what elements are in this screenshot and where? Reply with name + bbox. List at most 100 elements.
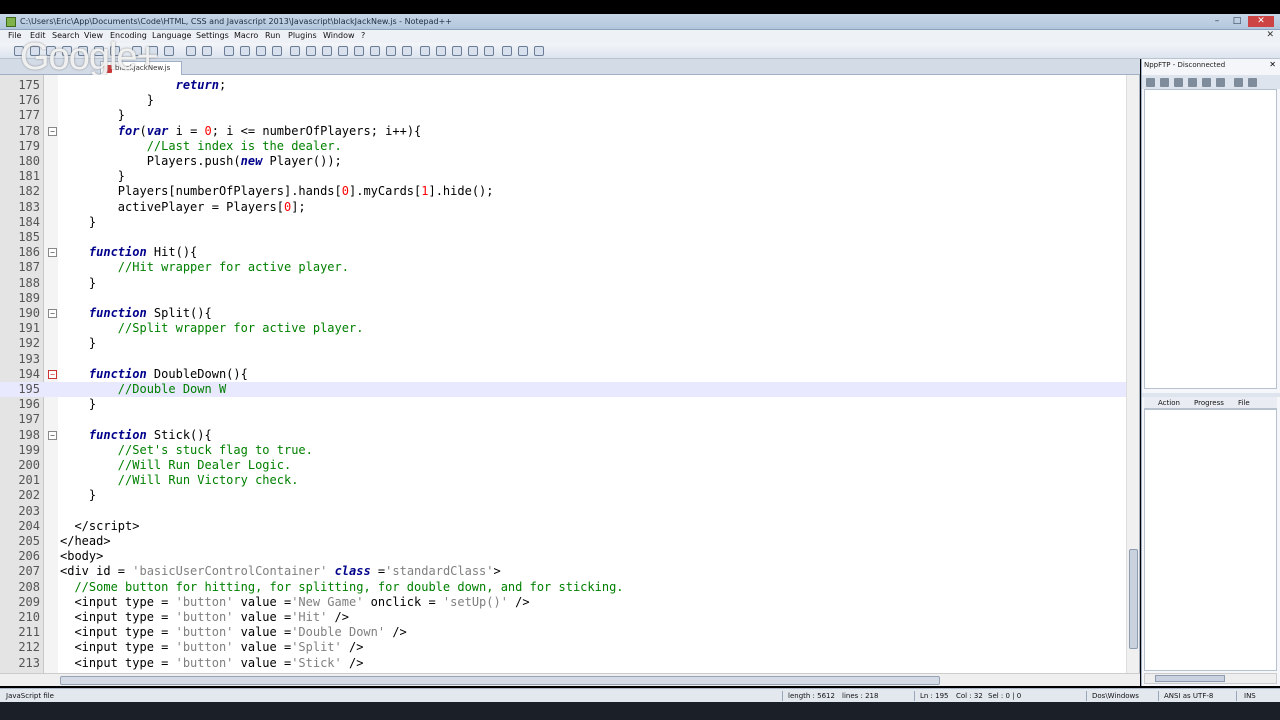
code-line[interactable]: 202 } [0, 488, 1126, 503]
close-icon[interactable]: ✕ [1248, 16, 1274, 27]
sync-h-icon[interactable] [306, 46, 316, 56]
panel-close-icon[interactable]: ✕ [1269, 60, 1276, 69]
menu-window[interactable]: Window [323, 31, 355, 40]
fold-toggle-icon[interactable]: − [48, 309, 57, 318]
menu-settings[interactable]: Settings [196, 31, 229, 40]
udl-icon[interactable] [370, 46, 380, 56]
code-text: Players[numberOfPlayers].hands[0].myCard… [60, 184, 494, 199]
indent-guide-icon[interactable] [354, 46, 364, 56]
queue-col-file[interactable]: File [1238, 399, 1250, 407]
code-line[interactable]: 199 //Set's stuck flag to true. [0, 443, 1126, 458]
record-macro-icon[interactable] [420, 46, 430, 56]
code-line[interactable]: 212 <input type = 'button' value ='Split… [0, 640, 1126, 655]
code-line[interactable]: 183 activePlayer = Players[0]; [0, 200, 1126, 215]
code-line[interactable]: 187 //Hit wrapper for active player. [0, 260, 1126, 275]
paste-icon[interactable] [164, 46, 174, 56]
fold-toggle-icon[interactable]: − [48, 126, 57, 136]
fold-toggle-icon[interactable]: − [48, 248, 57, 258]
code-line[interactable]: 190− function Split(){ [0, 306, 1126, 321]
queue-col-progress[interactable]: Progress [1194, 399, 1224, 407]
word-wrap-icon[interactable] [322, 46, 332, 56]
queue-col-action[interactable]: Action [1158, 399, 1180, 407]
run-macro-multiple-icon[interactable] [468, 46, 478, 56]
code-line[interactable]: 181 } [0, 169, 1126, 184]
horizontal-scroll-thumb[interactable] [60, 676, 940, 685]
function-list-icon[interactable] [402, 46, 412, 56]
find-icon[interactable] [224, 46, 234, 56]
code-line[interactable]: 192 } [0, 336, 1126, 351]
vertical-scroll-thumb[interactable] [1129, 549, 1138, 649]
code-line[interactable]: 185 [0, 230, 1126, 245]
code-line[interactable]: 177 } [0, 108, 1126, 123]
settings-icon[interactable] [1234, 78, 1243, 87]
disconnect-icon[interactable] [1160, 78, 1169, 87]
maximize-icon[interactable]: □ [1228, 16, 1246, 27]
code-line[interactable]: 206 <body> [0, 549, 1126, 564]
undo-icon[interactable] [186, 46, 196, 56]
code-line[interactable]: 208 //Some button for hitting, for split… [0, 580, 1126, 595]
redo-icon[interactable] [202, 46, 212, 56]
code-line[interactable]: 195 //Double Down W [0, 382, 1126, 398]
upload-icon[interactable] [1188, 78, 1197, 87]
zoom-in-icon[interactable] [256, 46, 266, 56]
save-macro-icon[interactable] [484, 46, 494, 56]
code-line[interactable]: 194− function DoubleDown(){ [0, 367, 1126, 382]
code-line[interactable]: 178− for(var i = 0; i <= numberOfPlayers… [0, 124, 1126, 139]
sync-v-icon[interactable] [290, 46, 300, 56]
message-window-icon[interactable] [1248, 78, 1257, 87]
download-icon[interactable] [1174, 78, 1183, 87]
code-editor[interactable]: 175 return; 176 } 177 } 178− for(var i = 0;… [0, 75, 1140, 673]
connect-icon[interactable] [1146, 78, 1155, 87]
code-line[interactable]: 184 } [0, 215, 1126, 230]
fold-toggle-icon[interactable]: − [48, 369, 57, 379]
code-line[interactable]: 196 } [0, 397, 1126, 412]
show-all-chars-icon[interactable] [338, 46, 348, 56]
menu-macro[interactable]: Macro [234, 31, 258, 40]
doc-map-icon[interactable] [386, 46, 396, 56]
fold-toggle-icon[interactable]: − [48, 430, 57, 440]
code-line[interactable]: 213 <input type = 'button' value ='Stick… [0, 656, 1126, 671]
code-line[interactable]: 188 } [0, 276, 1126, 291]
code-line[interactable]: 182 Players[numberOfPlayers].hands[0].my… [0, 184, 1126, 199]
panel-scroll-thumb[interactable] [1155, 675, 1225, 682]
abort-icon[interactable] [1216, 78, 1225, 87]
menu-help[interactable]: ? [361, 31, 365, 40]
panel-horizontal-scrollbar[interactable] [1144, 673, 1277, 684]
play-macro-icon[interactable] [452, 46, 462, 56]
code-line[interactable]: 189 [0, 291, 1126, 306]
ftp-queue[interactable] [1144, 409, 1277, 671]
close-document-icon[interactable]: ✕ [1266, 30, 1274, 40]
replace-icon[interactable] [240, 46, 250, 56]
code-text: //Double Down W [117, 382, 227, 396]
code-line[interactable]: 201 //Will Run Victory check. [0, 473, 1126, 488]
code-line[interactable]: 191 //Split wrapper for active player. [0, 321, 1126, 336]
horizontal-scrollbar[interactable] [0, 673, 1140, 686]
code-line[interactable]: 198− function Stick(){ [0, 428, 1126, 443]
code-line[interactable]: 205 </head> [0, 534, 1126, 549]
code-line[interactable]: 175 return; [0, 78, 1126, 93]
code-line[interactable]: 209 <input type = 'button' value ='New G… [0, 595, 1126, 610]
code-line[interactable]: 180 Players.push(new Player()); [0, 154, 1126, 169]
code-line[interactable]: 193 [0, 352, 1126, 367]
refresh-icon[interactable] [1202, 78, 1211, 87]
code-line[interactable]: 203 [0, 504, 1126, 519]
code-line[interactable]: 210 <input type = 'button' value ='Hit' … [0, 610, 1126, 625]
stop-record-icon[interactable] [436, 46, 446, 56]
code-line[interactable]: 197 [0, 412, 1126, 427]
plugin-icon[interactable] [518, 46, 528, 56]
minimize-icon[interactable]: – [1208, 16, 1226, 27]
code-line[interactable]: 211 <input type = 'button' value ='Doubl… [0, 625, 1126, 640]
code-line[interactable]: 204 </script> [0, 519, 1126, 534]
code-line[interactable]: 207 <div id = 'basicUserControlContainer'… [0, 564, 1126, 579]
code-line[interactable]: 179 //Last index is the dealer. [0, 139, 1126, 154]
menu-plugins[interactable]: Plugins [288, 31, 317, 40]
code-line[interactable]: 200 //Will Run Dealer Logic. [0, 458, 1126, 473]
dropdown-icon[interactable] [534, 46, 544, 56]
code-line[interactable]: 186− function Hit(){ [0, 245, 1126, 260]
code-line[interactable]: 176 } [0, 93, 1126, 108]
zoom-out-icon[interactable] [272, 46, 282, 56]
ftp-tree[interactable] [1144, 89, 1277, 389]
menu-run[interactable]: Run [265, 31, 280, 40]
ftp-icon[interactable] [502, 46, 512, 56]
vertical-scrollbar[interactable] [1126, 75, 1139, 673]
